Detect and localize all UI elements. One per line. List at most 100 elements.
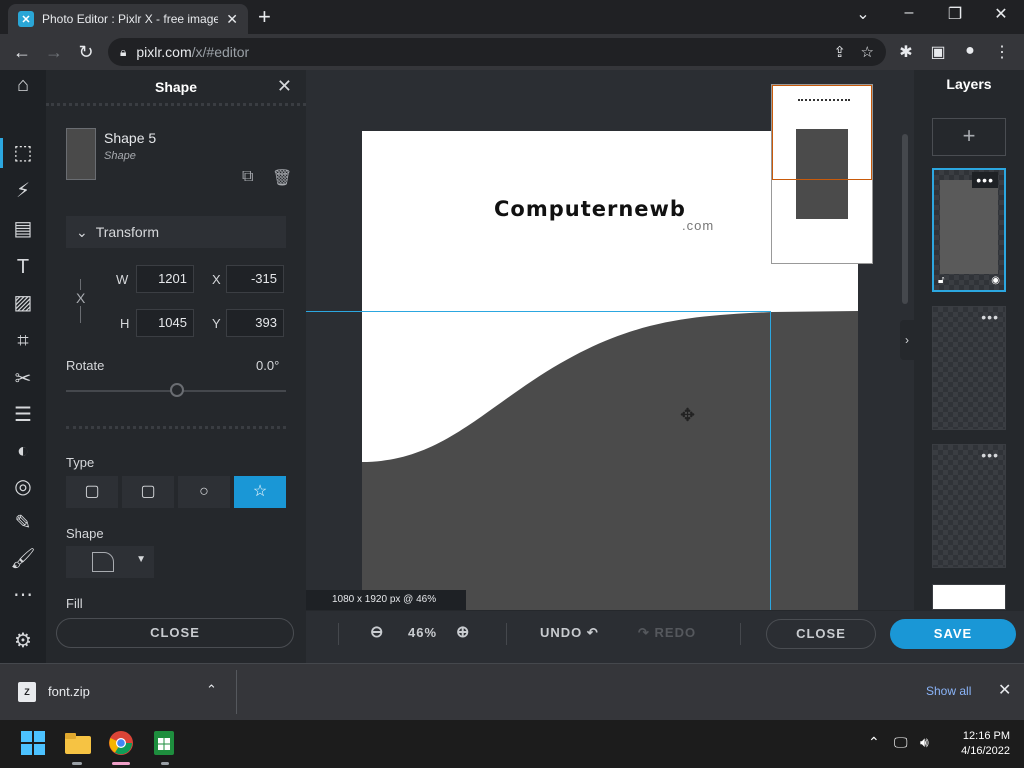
auto-fix-bolt-icon[interactable]: ⚡︎ [8,176,38,206]
width-field[interactable]: 1201 [136,265,194,293]
download-menu-chevron-icon[interactable]: ⌃ [206,682,217,698]
browser-tab[interactable]: ✕ Photo Editor : Pixlr X - free image ✕ [8,4,248,34]
layer-options-icon[interactable]: ••• [972,172,998,188]
zoom-out-icon[interactable]: ⊖ [370,622,384,642]
restore-icon[interactable]: ❐ [932,4,978,24]
pattern-tool-icon[interactable]: ▨ [8,288,38,318]
delete-trash-icon[interactable]: 🗑︎ [272,168,292,188]
type-label: Type [66,455,95,470]
add-layer-button[interactable]: + [932,118,1006,156]
save-button[interactable]: SAVE [890,619,1016,649]
new-tab-icon[interactable]: + [258,6,271,28]
active-tool-indicator [0,138,3,168]
type-square-button[interactable]: ▢ [66,476,118,508]
panel-close-button[interactable]: CLOSE [56,618,294,648]
settings-gear-icon[interactable]: ⚙ [8,626,38,656]
crop-tool-icon[interactable]: ⌗ [8,326,38,356]
adjust-sliders-icon[interactable]: ☰ [8,400,38,430]
back-icon[interactable]: ← [10,40,34,64]
undo-label: UNDO [540,625,583,640]
transform-label: Transform [95,224,160,240]
rotate-slider-knob[interactable] [170,383,184,397]
layer-item-shape[interactable]: ••• 🔓︎ ◉ [932,168,1006,292]
toolbar-separator [740,623,741,645]
liquify-swirl-icon[interactable]: ◎ [8,472,38,502]
more-tools-icon[interactable]: ⋯ [8,580,38,610]
vertical-scrollbar[interactable] [902,134,908,304]
downloads-close-icon[interactable]: ✕ [998,680,1011,700]
close-button[interactable]: CLOSE [766,619,876,649]
text-tool-icon[interactable]: T [8,252,38,282]
filter-contrast-icon[interactable]: ◐ [8,436,38,466]
section-divider [66,426,286,429]
forward-icon[interactable]: → [42,40,66,64]
clock[interactable]: 12:16 PM 4/16/2022 [950,729,1010,759]
tab-title: Photo Editor : Pixlr X - free image [42,12,219,26]
downloads-separator [236,670,237,714]
logo-subtext: .com [682,218,715,233]
share-icon[interactable]: ⇪ [833,43,846,61]
visibility-eye-icon[interactable]: ◉ [991,275,1000,286]
redo-button[interactable]: ↷ REDO [638,625,696,641]
address-field[interactable]: 🔒︎ pixlr.com/x/#editor ⇪ ☆ [108,38,886,66]
shape-picker-dropdown[interactable]: ▼ [66,546,154,578]
extensions-puzzle-icon[interactable]: ✱ [896,42,916,62]
draw-brush-icon[interactable]: 🖌︎ [8,544,38,574]
cutout-scissors-icon[interactable]: ✂ [8,364,38,394]
duplicate-icon[interactable]: ⧉ [242,168,253,186]
window-close-icon[interactable]: ✕ [978,4,1024,24]
y-label: Y [212,316,221,331]
tray-overflow-chevron-icon[interactable]: ⌃ [868,734,880,751]
home-icon[interactable]: ⌂ [8,70,38,100]
retouch-bandage-icon[interactable]: ✎ [8,508,38,538]
document-size-info: 1080 x 1920 px @ 46% [306,590,466,610]
profile-avatar-icon[interactable]: ● [960,42,980,60]
transform-section-toggle[interactable]: ⌄ Transform [66,216,286,248]
panel-close-icon[interactable]: ✕ [277,76,292,97]
shape-label: Shape [66,526,104,541]
arrange-tool-icon[interactable]: ⬚ [8,138,38,168]
spreadsheet-app-icon[interactable] [152,730,180,758]
layer-options-icon[interactable]: ••• [981,447,999,463]
zoom-in-icon[interactable]: ⊕ [456,622,470,642]
reload-icon[interactable]: ↻ [74,40,98,64]
windows-start-icon[interactable] [20,730,48,758]
tab-search-chevron-icon[interactable]: ⌄ [840,4,886,24]
logo-text: Computernewb [494,197,686,221]
layer-item-logo[interactable]: ••• [932,306,1006,430]
bookmark-star-icon[interactable]: ☆ [861,43,874,61]
lock-icon[interactable]: 🔒︎ [120,45,126,60]
layer-options-icon[interactable]: ••• [981,309,999,325]
show-all-link[interactable]: Show all [926,684,971,698]
minimize-icon[interactable]: – [886,4,932,22]
layer-item-text[interactable]: ••• [932,444,1006,568]
volume-icon[interactable]: 🔊︎ [920,734,929,751]
type-rounded-button[interactable]: ▢ [122,476,174,508]
x-position-field[interactable]: -315 [226,265,284,293]
y-position-field[interactable]: 393 [226,309,284,337]
layout-template-icon[interactable]: ▤ [8,214,38,244]
tab-close-icon[interactable]: ✕ [226,11,238,28]
layer-item-background[interactable] [932,584,1006,610]
navigator-preview[interactable] [771,84,873,264]
download-file-name[interactable]: font.zip [48,684,90,699]
panel-title: Shape [46,70,306,106]
network-icon[interactable]: 🖵︎ [894,734,908,751]
undo-arrow-icon: ↶ [586,625,599,640]
file-explorer-icon[interactable] [64,730,92,758]
navigator-viewport[interactable] [772,85,872,180]
chrome-menu-icon[interactable]: ⋮ [992,42,1012,62]
aspect-unlink-toggle[interactable]: X [76,290,86,306]
layers-collapse-chevron-icon[interactable]: › [900,320,914,360]
side-panel-icon[interactable]: ▣ [928,42,948,62]
canvas-stage[interactable]: Computernewb .com ✥ 1080 x 1920 px @ 46% [306,70,914,610]
height-field[interactable]: 1045 [136,309,194,337]
zoom-value[interactable]: 46% [408,625,437,640]
toolbar-separator [506,623,507,645]
browser-tab-strip: ✕ Photo Editor : Pixlr X - free image ✕ … [0,0,1024,34]
type-circle-button[interactable]: ○ [178,476,230,508]
type-custom-shape-button[interactable]: ☆ [234,476,286,508]
undo-button[interactable]: UNDO ↶ [540,625,599,641]
lock-icon[interactable]: 🔓︎ [938,275,944,286]
chrome-icon[interactable] [108,730,136,758]
